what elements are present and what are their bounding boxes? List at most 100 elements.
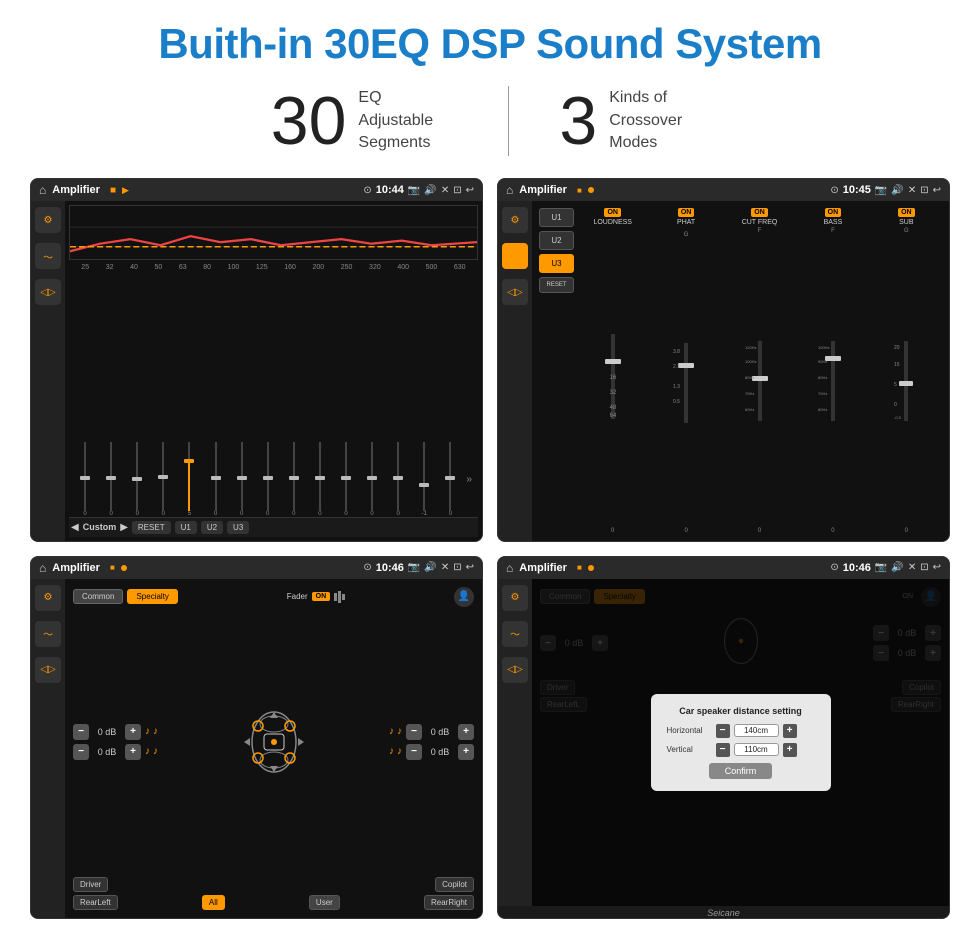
- stat-eq-line2: Segments: [358, 132, 458, 154]
- sub-on-badge[interactable]: ON: [898, 208, 915, 217]
- eq-slider-3[interactable]: 0: [125, 442, 149, 517]
- eq-slider-8[interactable]: 0: [256, 442, 280, 517]
- eq-slider-12[interactable]: 0: [360, 442, 384, 517]
- screen4-back-icon[interactable]: ↩: [933, 562, 941, 573]
- rear-left-btn[interactable]: RearLeft: [73, 895, 118, 910]
- sidebar4-vol-btn[interactable]: ◁▷: [502, 657, 528, 683]
- eq-reset-btn[interactable]: RESET: [132, 521, 171, 534]
- screen3-title: Amplifier: [52, 562, 100, 574]
- eq-next-btn[interactable]: ▶: [120, 522, 128, 533]
- xover-channels: ON LOUDNESS 64 48 32 16: [577, 208, 942, 534]
- sidebar-eq-btn[interactable]: ⚙: [35, 207, 61, 233]
- svg-text:70Hz: 70Hz: [745, 391, 754, 396]
- common-btn[interactable]: Common: [73, 589, 123, 604]
- rear-right-btn[interactable]: RearRight: [424, 895, 474, 910]
- vertical-plus[interactable]: +: [783, 743, 797, 757]
- screen1-back-icon[interactable]: ↩: [466, 185, 474, 196]
- eq-u1-btn[interactable]: U1: [175, 521, 197, 534]
- screen3-x-icon[interactable]: ✕: [441, 562, 449, 573]
- user-btn[interactable]: User: [309, 895, 340, 910]
- svg-text:5: 5: [894, 382, 897, 388]
- screen1-window-icon[interactable]: ⊡: [453, 185, 461, 196]
- xover-u2-btn[interactable]: U2: [539, 231, 574, 250]
- phat-on-badge[interactable]: ON: [678, 208, 695, 217]
- speaker-icon-lt1: ♪: [145, 726, 150, 737]
- sidebar2-wave-btn[interactable]: 〜: [502, 243, 528, 269]
- sidebar3-wave-btn[interactable]: 〜: [35, 621, 61, 647]
- sidebar-wave-btn[interactable]: 〜: [35, 243, 61, 269]
- all-btn[interactable]: All: [202, 895, 225, 910]
- cutfreq-on-badge[interactable]: ON: [751, 208, 768, 217]
- spec-middle: − 0 dB + ♪ ♪ − 0: [73, 610, 474, 875]
- screen2-statusbar: ⌂ Amplifier ■ ⊙ 10:45 📷 🔊 ✕ ⊡ ↩: [498, 179, 949, 201]
- eq-slider-1[interactable]: 0: [73, 442, 97, 517]
- sidebar3-eq-btn[interactable]: ⚙: [35, 585, 61, 611]
- eq-slider-10[interactable]: 0: [308, 442, 332, 517]
- screen2-home-icon[interactable]: ⌂: [506, 183, 513, 197]
- sidebar4-wave-btn[interactable]: 〜: [502, 621, 528, 647]
- fader-on-badge[interactable]: ON: [312, 592, 331, 601]
- sidebar3-vol-btn[interactable]: ◁▷: [35, 657, 61, 683]
- left-top-minus[interactable]: −: [73, 724, 89, 740]
- eq-slider-11[interactable]: 0: [334, 442, 358, 517]
- eq-slider-4[interactable]: 0: [151, 442, 175, 517]
- screen1-x-icon[interactable]: ✕: [441, 185, 449, 196]
- eq-slider-9[interactable]: 0: [282, 442, 306, 517]
- right-top-minus[interactable]: −: [406, 724, 422, 740]
- screen4-window-icon[interactable]: ⊡: [920, 562, 928, 573]
- eq-prev-btn[interactable]: ◀: [71, 522, 79, 533]
- eq-u2-btn[interactable]: U2: [201, 521, 223, 534]
- bass-on-badge[interactable]: ON: [825, 208, 842, 217]
- left-top-plus[interactable]: +: [125, 724, 141, 740]
- eq-scroll-right[interactable]: »: [464, 442, 474, 517]
- loudness-val: 0: [611, 528, 614, 534]
- screen3-window-icon[interactable]: ⊡: [453, 562, 461, 573]
- eq-slider-7[interactable]: 0: [230, 442, 254, 517]
- svg-text:90Hz: 90Hz: [818, 359, 827, 364]
- eq-slider-5[interactable]: 5: [177, 442, 201, 517]
- specialty-btn[interactable]: Specialty: [127, 589, 177, 604]
- horizontal-input[interactable]: 140cm: [734, 724, 779, 737]
- xover-reset-btn[interactable]: RESET: [539, 277, 574, 293]
- horizontal-plus[interactable]: +: [783, 724, 797, 738]
- horizontal-minus[interactable]: −: [716, 724, 730, 738]
- screen2-window-icon[interactable]: ⊡: [920, 185, 928, 196]
- right-top-plus[interactable]: +: [458, 724, 474, 740]
- screen2-back-icon[interactable]: ↩: [933, 185, 941, 196]
- vertical-input[interactable]: 110cm: [734, 743, 779, 756]
- screen2-status-icons: ⊙ 10:45 📷 🔊 ✕ ⊡ ↩: [830, 184, 941, 196]
- left-bot-plus[interactable]: +: [125, 744, 141, 760]
- sidebar2-eq-btn[interactable]: ⚙: [502, 207, 528, 233]
- speaker-icon-lt2: ♪: [153, 726, 158, 737]
- screen3-sq-icon: ■: [110, 563, 115, 572]
- screen2-x-icon[interactable]: ✕: [908, 185, 916, 196]
- eq-slider-2[interactable]: 0: [99, 442, 123, 517]
- screen3-home-icon[interactable]: ⌂: [39, 561, 46, 575]
- eq-slider-15[interactable]: 0: [438, 442, 462, 517]
- right-bot-minus[interactable]: −: [406, 744, 422, 760]
- vertical-minus[interactable]: −: [716, 743, 730, 757]
- xover-u3-btn[interactable]: U3: [539, 254, 574, 273]
- eq-slider-14[interactable]: -1: [412, 442, 436, 517]
- right-bot-plus[interactable]: +: [458, 744, 474, 760]
- screen2-sq-icon: ■: [577, 186, 582, 195]
- eq-sliders-visual[interactable]: 0 0: [69, 442, 478, 517]
- screen1-play-icon[interactable]: ▶: [122, 185, 129, 196]
- sidebar4-eq-btn[interactable]: ⚙: [502, 585, 528, 611]
- xover-u1-btn[interactable]: U1: [539, 208, 574, 227]
- screen4-x-icon[interactable]: ✕: [908, 562, 916, 573]
- screen4-home-icon[interactable]: ⌂: [506, 561, 513, 575]
- screen-eq: ⌂ Amplifier ■ ▶ ⊙ 10:44 📷 🔊 ✕ ⊡ ↩ ⚙ 〜: [30, 178, 483, 542]
- left-bot-minus[interactable]: −: [73, 744, 89, 760]
- eq-u3-btn[interactable]: U3: [227, 521, 249, 534]
- loudness-on-badge[interactable]: ON: [604, 208, 621, 217]
- sidebar2-vol-btn[interactable]: ◁▷: [502, 279, 528, 305]
- confirm-button[interactable]: Confirm: [709, 763, 773, 779]
- sidebar-vol-btn[interactable]: ◁▷: [35, 279, 61, 305]
- copilot-btn[interactable]: Copilot: [435, 877, 474, 892]
- screen1-home-icon[interactable]: ⌂: [39, 183, 46, 197]
- eq-slider-6[interactable]: 0: [203, 442, 227, 517]
- eq-slider-13[interactable]: 0: [386, 442, 410, 517]
- driver-btn[interactable]: Driver: [73, 877, 108, 892]
- screen3-back-icon[interactable]: ↩: [466, 562, 474, 573]
